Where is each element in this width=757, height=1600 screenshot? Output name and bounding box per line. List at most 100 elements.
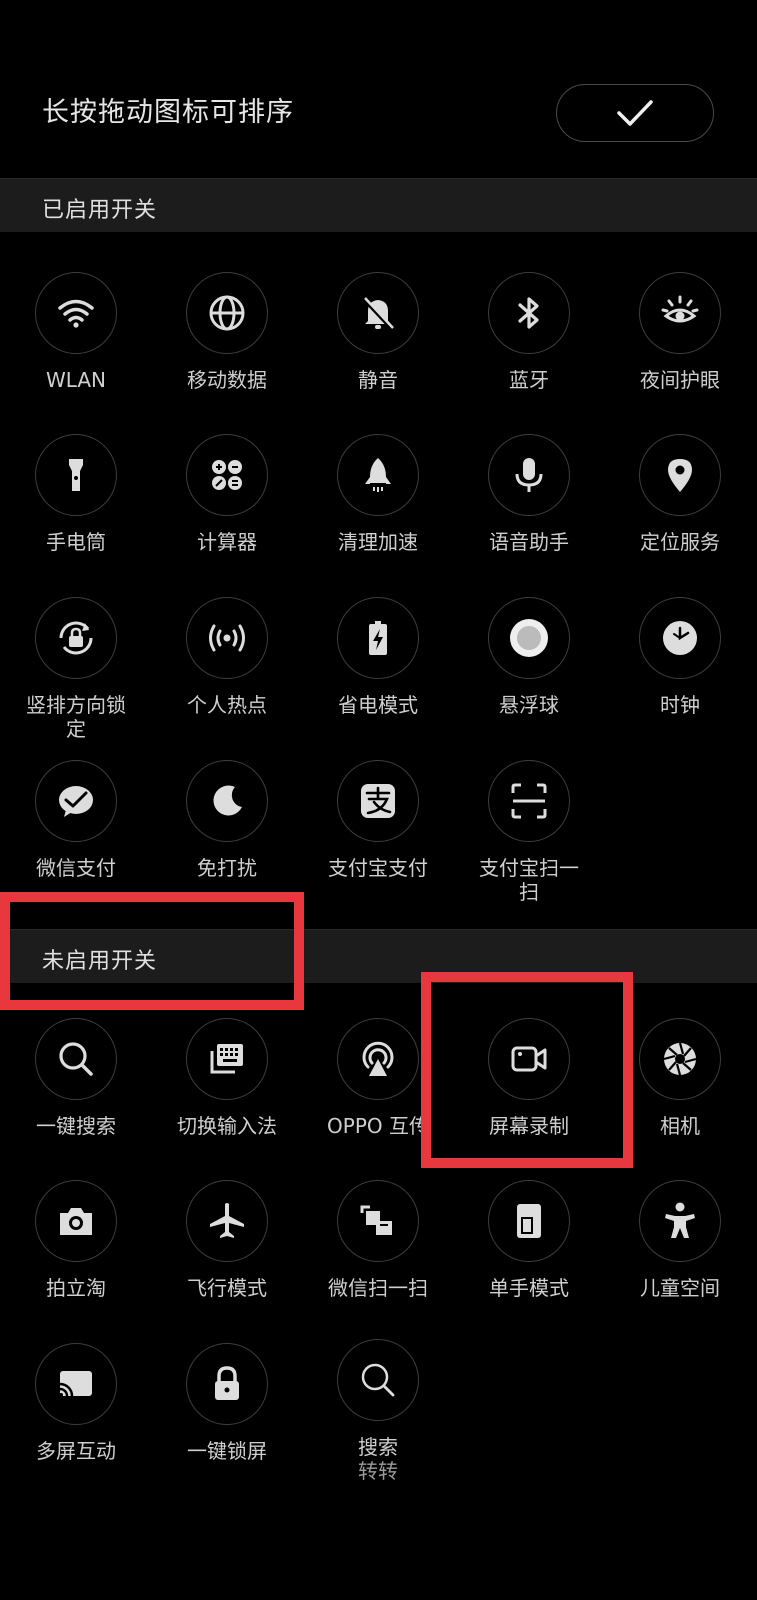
one-hand-icon: [517, 1204, 541, 1238]
tile-label: 移动数据: [187, 368, 267, 392]
tile-label: 免打扰: [197, 856, 257, 880]
tile-label: 支付宝支付: [328, 856, 428, 880]
tile-screen-record[interactable]: 屏幕录制: [453, 1018, 605, 1138]
tile-label: 微信扫一扫: [328, 1276, 428, 1300]
wechat-pay-icon: [59, 786, 93, 817]
tile-label: 语音助手: [489, 530, 569, 554]
page-title: 长按拖动图标可排序: [42, 97, 294, 128]
enabled-section-header: 已启用开关: [0, 178, 757, 232]
battery-saver-icon: [369, 621, 387, 655]
tile-search-zhuanzhuan[interactable]: 搜索 转转: [302, 1339, 454, 1483]
disabled-section-header: 未启用开关: [0, 929, 757, 983]
tile-label: 计算器: [197, 530, 257, 554]
tile-label: 静音: [358, 368, 398, 392]
tile-label: 悬浮球: [499, 693, 559, 717]
cast-icon: [59, 1371, 92, 1397]
tile-clock[interactable]: 时钟: [604, 597, 756, 717]
tile-location[interactable]: 定位服务: [604, 434, 756, 554]
tile-label: 微信支付: [36, 856, 116, 880]
tile-flashlight[interactable]: 手电筒: [0, 434, 152, 554]
search-icon: [361, 1363, 395, 1397]
tile-camera[interactable]: 相机: [604, 1018, 756, 1138]
tile-night-mode[interactable]: 夜间护眼: [604, 272, 756, 392]
tile-label: 一键锁屏: [187, 1439, 267, 1463]
child-icon: [665, 1202, 695, 1238]
tile-power-saving[interactable]: 省电模式: [302, 597, 454, 717]
tile-label: 夜间护眼: [640, 368, 720, 392]
tile-calculator[interactable]: 计算器: [151, 434, 303, 554]
calculator-icon: [212, 460, 242, 490]
tile-multi-screen[interactable]: 多屏互动: [0, 1343, 152, 1463]
tile-label: 一键搜索: [36, 1114, 116, 1138]
tile-oppo-share[interactable]: OPPO 互传: [302, 1018, 454, 1138]
disabled-section-title: 未启用开关: [42, 949, 158, 974]
wechat-scan-icon: [360, 1205, 392, 1235]
tile-wechat-pay[interactable]: 微信支付: [0, 760, 152, 880]
location-pin-icon: [668, 459, 692, 492]
tile-label: 屏幕录制: [489, 1114, 569, 1138]
tile-mobile-data[interactable]: 移动数据: [151, 272, 303, 392]
keyboard-icon: [210, 1044, 243, 1074]
tile-cleanup[interactable]: 清理加速: [302, 434, 454, 554]
tile-label: 搜索: [358, 1435, 398, 1459]
tile-do-not-disturb[interactable]: 免打扰: [151, 760, 303, 880]
video-camera-icon: [511, 1046, 547, 1072]
tile-label: 个人热点: [187, 693, 267, 717]
tile-label: 竖排方向锁定: [26, 693, 126, 741]
tile-label: 飞行模式: [187, 1276, 267, 1300]
tile-label: 省电模式: [338, 693, 418, 717]
globe-icon: [209, 295, 245, 331]
tile-label: 相机: [660, 1114, 700, 1138]
quick-settings-edit-page: 长按拖动图标可排序 已启用开关 WLAN 移动数据 静音 蓝牙 夜间护眼 手电筒…: [0, 0, 757, 1600]
tile-voice-assistant[interactable]: 语音助手: [453, 434, 605, 554]
tile-switch-input[interactable]: 切换输入法: [151, 1018, 303, 1138]
wifi-icon: [58, 299, 94, 328]
floating-ball-icon: [510, 619, 548, 657]
tile-one-hand[interactable]: 单手模式: [453, 1180, 605, 1300]
share-transfer-icon: [362, 1041, 394, 1076]
flashlight-icon: [69, 459, 83, 491]
hotspot-icon: [209, 624, 245, 652]
bluetooth-icon: [518, 297, 539, 329]
tile-label: OPPO 互传: [327, 1114, 429, 1138]
tile-bluetooth[interactable]: 蓝牙: [453, 272, 605, 392]
tile-label: 手电筒: [46, 530, 106, 554]
tile-wechat-scan[interactable]: 微信扫一扫: [302, 1180, 454, 1300]
tile-label: 蓝牙: [509, 368, 549, 392]
tile-wlan[interactable]: WLAN: [0, 272, 152, 392]
tile-quick-search[interactable]: 一键搜索: [0, 1018, 152, 1138]
tile-mute[interactable]: 静音: [302, 272, 454, 392]
tile-floating-ball[interactable]: 悬浮球: [453, 597, 605, 717]
microphone-icon: [515, 458, 543, 492]
rocket-icon: [365, 458, 391, 492]
tile-pailitao[interactable]: 拍立淘: [0, 1180, 152, 1300]
confirm-button[interactable]: [556, 84, 714, 142]
tile-airplane[interactable]: 飞行模式: [151, 1180, 303, 1300]
search-icon: [59, 1042, 93, 1076]
camera-shutter-icon: [663, 1042, 697, 1076]
tile-lock-screen[interactable]: 一键锁屏: [151, 1343, 303, 1463]
tile-label: 拍立淘: [46, 1276, 106, 1300]
tile-label: 单手模式: [489, 1276, 569, 1300]
tile-sublabel: 转转: [358, 1459, 398, 1483]
rotation-lock-icon: [59, 621, 93, 655]
eye-icon: [661, 295, 699, 323]
tile-label: 切换输入法: [177, 1114, 277, 1138]
tile-alipay[interactable]: 支付宝支付: [302, 760, 454, 880]
checkmark-icon: [617, 100, 653, 126]
tile-label: 多屏互动: [36, 1439, 116, 1463]
airplane-icon: [210, 1203, 244, 1238]
moon-icon: [213, 785, 242, 816]
tile-label: 时钟: [660, 693, 700, 717]
tile-label: 定位服务: [640, 530, 720, 554]
tile-kids-space[interactable]: 儿童空间: [604, 1180, 756, 1300]
enabled-section-title: 已启用开关: [42, 198, 158, 223]
clock-icon: [663, 621, 697, 655]
scan-frame-icon: [511, 783, 547, 819]
tile-label: 支付宝扫一扫: [479, 856, 579, 904]
alipay-icon: [361, 784, 395, 818]
top-bar: 长按拖动图标可排序: [0, 0, 757, 178]
tile-alipay-scan[interactable]: 支付宝扫一扫: [453, 760, 605, 904]
tile-rotation-lock[interactable]: 竖排方向锁定: [0, 597, 152, 741]
tile-hotspot[interactable]: 个人热点: [151, 597, 303, 717]
